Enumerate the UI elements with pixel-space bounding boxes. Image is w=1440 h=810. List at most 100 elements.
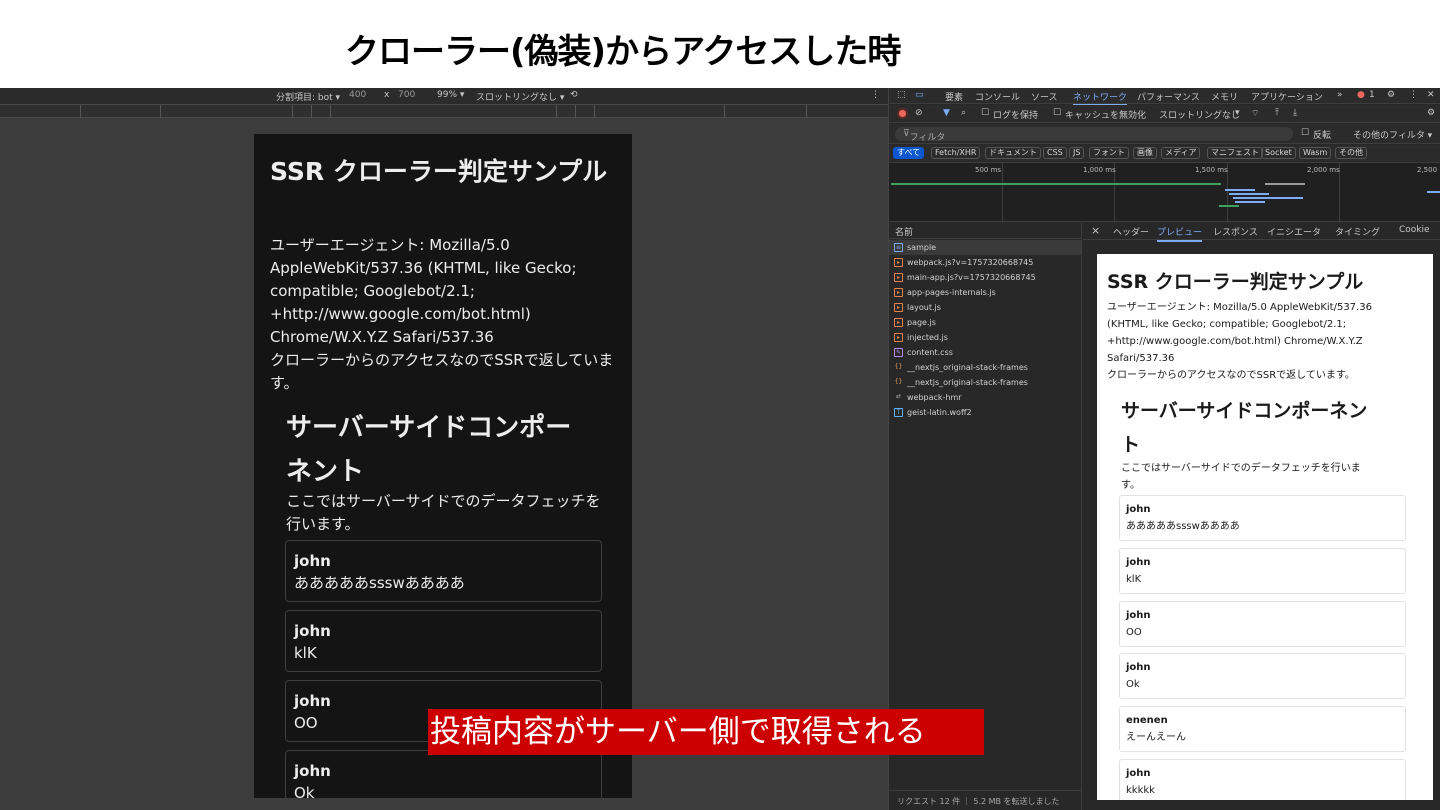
section-title: サーバーサイドコンポー ネント <box>286 406 616 494</box>
slide: クローラー(偽装)からアクセスした時 分割項目: bot ▾ 400 x 700… <box>0 0 1440 810</box>
filter-input[interactable]: ⊽ フィルタ <box>895 127 1293 143</box>
tab-response[interactable]: レスポンス <box>1213 225 1258 238</box>
request-row[interactable]: ▸ layout.js <box>889 300 1081 315</box>
section-description: ここではサーバーサイドでのデータフェッチを 行います。 <box>286 490 616 536</box>
request-summary: リクエスト 12 件 ｜ 5.2 MB を転送しました <box>897 797 1060 806</box>
upload-icon[interactable]: ⤒ <box>1275 108 1279 118</box>
network-status-bar: リクエスト 12 件 ｜ 5.2 MB を転送しました <box>889 790 1082 810</box>
chip-js[interactable]: JS <box>1069 147 1085 159</box>
ruler-tick <box>556 105 557 118</box>
chip-media[interactable]: メディア <box>1161 147 1201 159</box>
chip-other[interactable]: その他 <box>1335 147 1367 159</box>
dimensions-select[interactable]: 分割項目: bot ▾ <box>276 90 340 103</box>
tab-performance[interactable]: パフォーマンス <box>1137 90 1200 103</box>
error-count: 1 <box>1369 90 1375 100</box>
ua-line: す。 <box>270 374 299 392</box>
ua-line: クローラーからのアクセスなのでSSRで返していま <box>270 351 614 369</box>
request-row[interactable]: ≡ sample <box>889 240 1081 255</box>
script-icon: ▸ <box>894 273 903 282</box>
throttle-select[interactable]: スロットリングなし ▾ <box>476 90 564 103</box>
inspect-icon[interactable]: ⬚ <box>897 90 906 100</box>
network-timeline[interactable]: 500 ms 1,000 ms 1,500 ms 2,000 ms 2,500 <box>889 162 1440 223</box>
preview-post-card: john あああああssswああああ <box>1119 495 1406 541</box>
preview-section-description: ここではサーバーサイドでのデータフェッチを行いま す。 <box>1121 460 1421 494</box>
throttle-select[interactable]: スロットリングなし <box>1159 108 1240 121</box>
tab-elements[interactable]: 要素 <box>945 90 963 103</box>
tab-more[interactable]: » <box>1337 90 1343 100</box>
chip-manifest[interactable]: マニフェスト <box>1207 147 1263 159</box>
more-options-icon[interactable]: ⋮ <box>871 90 880 100</box>
section-title-line: ネント <box>286 457 365 487</box>
devtools-panel: ⬚ ▭ 要素 コンソール ソース ネットワーク パフォーマンス メモリ アプリケ… <box>888 88 1440 810</box>
tab-preview[interactable]: プレビュー <box>1157 225 1203 242</box>
request-row[interactable]: ▸ webpack.js?v=1757320668745 <box>889 255 1081 270</box>
clear-icon[interactable]: ⊘ <box>915 108 923 118</box>
tab-application[interactable]: アプリケーション <box>1251 90 1323 103</box>
invert-label: 反転 <box>1313 131 1332 141</box>
preserve-log-label: ログを保持 <box>993 111 1039 121</box>
network-settings-icon[interactable]: ⚙ <box>1427 108 1435 118</box>
rotate-icon[interactable]: ⟲ <box>570 90 578 100</box>
download-icon[interactable]: ⤓ <box>1293 108 1297 118</box>
request-row[interactable]: {} __nextjs_original-stack-frames <box>889 375 1081 390</box>
search-icon[interactable]: ⌕ <box>961 108 966 118</box>
timeline-bar <box>1265 183 1305 185</box>
ruler-tick <box>160 105 161 118</box>
invert-checkbox[interactable]: ☐ <box>1301 128 1309 138</box>
settings-icon[interactable]: ⚙ <box>1387 90 1395 100</box>
disable-cache-label: キャッシュを無効化 <box>1065 111 1147 121</box>
tab-sources[interactable]: ソース <box>1031 90 1058 103</box>
ruler-tick <box>80 105 81 118</box>
tab-console[interactable]: コンソール <box>975 90 1020 103</box>
kebab-icon[interactable]: ⋮ <box>1409 90 1418 100</box>
request-row[interactable]: ▸ app-pages-internals.js <box>889 285 1081 300</box>
wifi-icon[interactable]: ⌔ <box>1251 108 1259 119</box>
more-filters-button[interactable]: その他のフィルタ ▾ <box>1353 128 1432 141</box>
request-row[interactable]: {} __nextjs_original-stack-frames <box>889 360 1081 375</box>
request-row[interactable]: ▸ page.js <box>889 315 1081 330</box>
filter-icon[interactable]: ▼ <box>943 108 950 118</box>
name-column-header[interactable]: 名前 <box>889 223 1082 239</box>
chip-socket[interactable]: Socket <box>1261 147 1296 159</box>
ua-line: Chrome/W.X.Y.Z Safari/537.36 <box>270 328 494 346</box>
network-toolbar: ⊘ ▼ ⌕ ☐ ログを保持 ☐ キャッシュを無効化 スロットリングなし ▾ ⌔ … <box>889 105 1440 123</box>
error-icon[interactable]: ● <box>1357 90 1365 100</box>
request-name: webpack.js?v=1757320668745 <box>907 258 1034 267</box>
preview-post-body: kkkkk <box>1126 785 1155 796</box>
chip-all[interactable]: すべて <box>893 147 925 159</box>
chip-doc[interactable]: ドキュメント <box>985 147 1041 159</box>
chip-css[interactable]: CSS <box>1043 147 1067 159</box>
script-icon: ▸ <box>894 303 903 312</box>
request-name: geist-latin.woff2 <box>907 408 972 417</box>
tab-cookie[interactable]: Cookie <box>1399 225 1430 235</box>
record-icon[interactable] <box>897 108 908 119</box>
disable-cache-checkbox[interactable]: ☐ <box>1053 108 1061 118</box>
preview-section-title-line: サーバーサイドコンポーネン <box>1121 400 1368 422</box>
tab-timing[interactable]: タイミング <box>1335 225 1380 238</box>
close-icon[interactable]: ✕ <box>1427 90 1435 100</box>
preserve-log-checkbox[interactable]: ☐ <box>981 108 989 118</box>
preview-post-card: john OO <box>1119 601 1406 647</box>
chip-font[interactable]: フォント <box>1089 147 1129 159</box>
chevron-down-icon[interactable]: ▾ <box>1235 108 1240 118</box>
chip-fetch[interactable]: Fetch/XHR <box>931 147 981 159</box>
detail-close-icon[interactable]: × <box>1091 224 1100 237</box>
preview-post-body: あああああssswああああ <box>1126 521 1240 532</box>
tab-headers[interactable]: ヘッダー <box>1113 225 1149 238</box>
rendered-page: SSR クローラー判定サンプル ユーザーエージェント: Mozilla/5.0 … <box>254 134 632 798</box>
zoom-select[interactable]: 99% ▾ <box>437 90 464 100</box>
height-input[interactable]: 700 <box>398 90 415 100</box>
width-input[interactable]: 400 <box>349 90 366 100</box>
tab-initiator[interactable]: イニシエータ <box>1267 225 1321 238</box>
request-row[interactable]: ▸ injected.js <box>889 330 1081 345</box>
tab-network[interactable]: ネットワーク <box>1073 90 1128 106</box>
chip-img[interactable]: 画像 <box>1133 147 1157 159</box>
tab-memory[interactable]: メモリ <box>1211 90 1238 103</box>
preview-ua-line: Safari/537.36 <box>1107 353 1175 364</box>
request-row[interactable]: Tgeist-latin.woff2 <box>889 405 1081 420</box>
request-row[interactable]: ⇄ webpack-hmr <box>889 390 1081 405</box>
request-row[interactable]: ✎ content.css <box>889 345 1081 360</box>
device-toggle-icon[interactable]: ▭ <box>915 90 924 100</box>
request-row[interactable]: ▸ main-app.js?v=1757320668745 <box>889 270 1081 285</box>
chip-wasm[interactable]: Wasm <box>1299 147 1332 159</box>
